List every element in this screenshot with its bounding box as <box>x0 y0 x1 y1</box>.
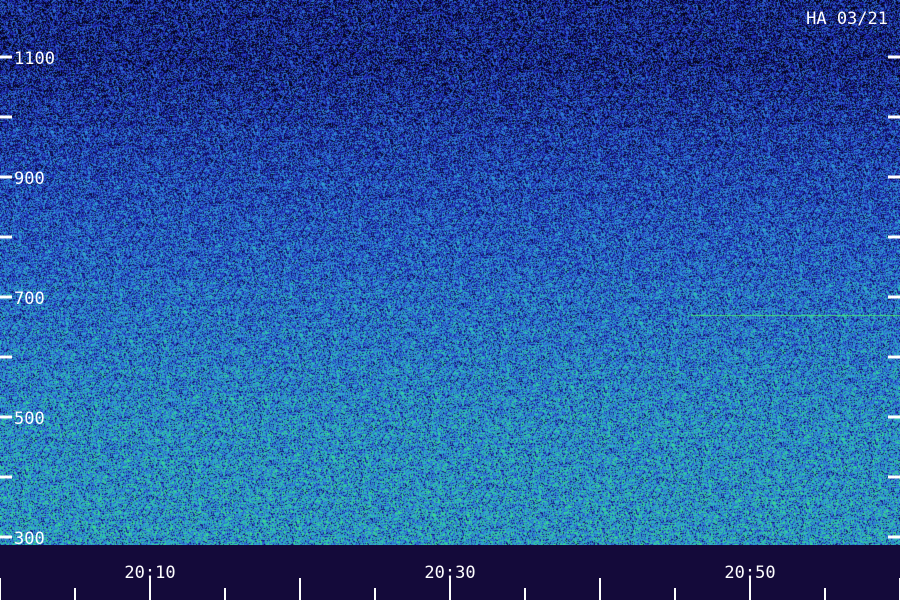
y-tick-label: 300 <box>14 529 45 549</box>
y-tick-label: 900 <box>14 169 45 189</box>
x-tick-label: 20:50 <box>724 563 775 583</box>
y-tick-label: 1100 <box>14 49 55 69</box>
spectrogram-chart: 1100 900 700 500 300 20:10 20:30 20:50 HA 03/2… <box>0 0 900 600</box>
y-tick-label: 700 <box>14 289 45 309</box>
x-tick-label: 20:10 <box>124 563 175 583</box>
spectrogram-svg: 1100 900 700 500 300 20:10 20:30 20:50 HA 03/2… <box>0 0 900 600</box>
spectrogram-heatmap <box>0 0 900 545</box>
chart-title: HA 03/21 <box>806 9 888 29</box>
x-tick-label: 20:30 <box>424 563 475 583</box>
y-tick-label: 500 <box>14 409 45 429</box>
